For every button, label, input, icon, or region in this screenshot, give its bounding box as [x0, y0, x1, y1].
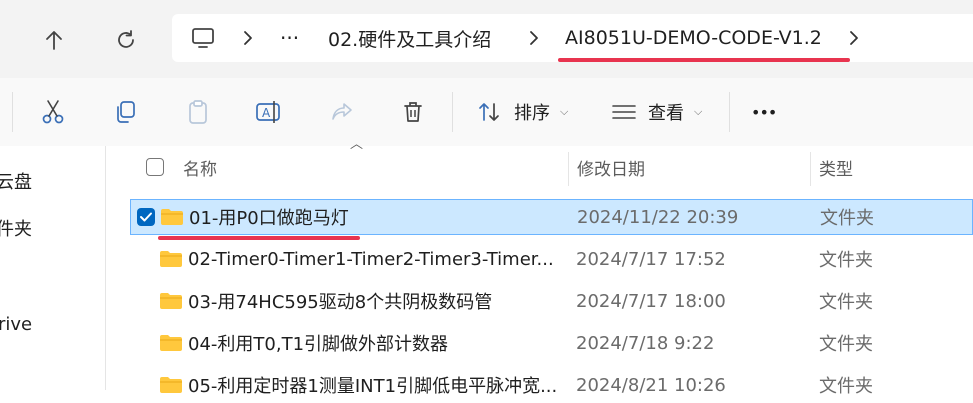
divider: [729, 92, 730, 132]
column-header-date[interactable]: 修改日期: [577, 146, 645, 188]
command-bar: A 排序 ⌵ 查看 ⌵ •••: [0, 78, 973, 146]
file-type: 文件夹: [819, 292, 873, 313]
share-icon: [332, 103, 352, 120]
file-date: 2024/7/17 17:52: [576, 248, 726, 270]
folder-icon: [160, 251, 182, 267]
chevron-right-icon: [242, 24, 254, 52]
file-row[interactable]: 04-利用T0,T1引脚做外部计数器 2024/7/18 9:22 文件夹: [130, 325, 973, 361]
sort-button[interactable]: [474, 96, 506, 128]
refresh-button[interactable]: [106, 20, 146, 60]
file-type: 文件夹: [819, 334, 873, 355]
file-name: 02-Timer0-Timer1-Timer2-Timer3-Timer...: [188, 248, 554, 270]
breadcrumb-item-current[interactable]: AI8051U-DEMO-CODE-V1.2: [565, 24, 822, 52]
trash-icon: [404, 102, 422, 122]
file-name: 01-用P0口做跑马灯: [189, 208, 349, 229]
up-button[interactable]: [34, 20, 74, 60]
column-header-name[interactable]: 名称: [183, 146, 217, 188]
divider: [452, 92, 453, 132]
annotation-underline: [158, 236, 360, 240]
file-date: 2024/8/21 10:26: [576, 374, 726, 396]
file-date: 2024/11/22 20:39: [577, 206, 739, 228]
folder-icon: [160, 335, 182, 351]
file-name: 04-利用T0,T1引脚做外部计数器: [188, 334, 449, 355]
navigation-pane: 云盘 件夹 rive: [0, 146, 106, 390]
address-bar[interactable]: ··· 02.硬件及工具介绍 AI8051U-DEMO-CODE-V1.2: [172, 14, 973, 62]
navigation-bar: ··· 02.硬件及工具介绍 AI8051U-DEMO-CODE-V1.2: [0, 0, 973, 78]
paste-icon: [189, 100, 207, 124]
column-header-type[interactable]: 类型: [819, 146, 853, 188]
view-list-icon: [612, 105, 636, 119]
file-name: 05-利用定时器1测量INT1引脚低电平脉冲宽...: [188, 376, 558, 397]
column-header-row: 名称 ︿ 修改日期 类型: [106, 137, 973, 188]
column-divider[interactable]: [810, 152, 811, 186]
column-divider[interactable]: [568, 152, 569, 186]
breadcrumb-overflow[interactable]: ···: [280, 24, 299, 52]
file-row[interactable]: 01-用P0口做跑马灯 2024/11/22 20:39 文件夹: [130, 199, 973, 235]
file-type: 文件夹: [819, 376, 873, 397]
row-checkbox-checked[interactable]: [137, 208, 155, 226]
scissors-icon: [42, 100, 64, 124]
file-row[interactable]: 03-用74HC595驱动8个共阴极数码管 2024/7/17 18:00 文件…: [130, 283, 973, 319]
sort-ascending-icon: ︿: [350, 136, 364, 152]
folder-icon: [160, 293, 182, 309]
chevron-down-icon[interactable]: ⌵: [560, 96, 568, 128]
cut-button[interactable]: [37, 96, 69, 128]
svg-text:A: A: [262, 106, 271, 120]
rename-icon: A: [256, 101, 280, 123]
share-button[interactable]: [326, 96, 358, 128]
sidebar-item-drive[interactable]: rive: [0, 311, 32, 337]
sidebar-item-folder[interactable]: 件夹: [0, 215, 32, 241]
view-button[interactable]: [608, 96, 640, 128]
chevron-right-icon: [848, 24, 860, 52]
copy-button[interactable]: [109, 96, 141, 128]
file-row[interactable]: 05-利用定时器1测量INT1引脚低电平脉冲宽... 2024/8/21 10:…: [130, 367, 973, 403]
file-type: 文件夹: [820, 208, 874, 229]
breadcrumb-item-hardware[interactable]: 02.硬件及工具介绍: [328, 24, 491, 52]
delete-button[interactable]: [397, 96, 429, 128]
rename-button[interactable]: A: [253, 96, 285, 128]
paste-button[interactable]: [182, 96, 214, 128]
folder-icon: [161, 209, 183, 225]
file-list: 名称 ︿ 修改日期 类型 01-用P0口做跑马灯 2024/11/22 20:3…: [106, 137, 973, 397]
breadcrumb-pc[interactable]: [190, 24, 216, 52]
file-row[interactable]: 02-Timer0-Timer1-Timer2-Timer3-Timer... …: [130, 241, 973, 277]
chevron-down-icon[interactable]: ⌵: [694, 96, 702, 128]
sort-label[interactable]: 排序: [514, 96, 550, 128]
checkmark-icon: [140, 212, 152, 222]
more-options-button[interactable]: •••: [751, 96, 777, 128]
folder-icon: [160, 377, 182, 393]
file-type: 文件夹: [819, 250, 873, 271]
file-date: 2024/7/17 18:00: [576, 290, 726, 312]
file-name: 03-用74HC595驱动8个共阴极数码管: [188, 292, 493, 313]
sidebar-item-cloud[interactable]: 云盘: [0, 168, 32, 194]
copy-icon: [117, 101, 135, 123]
file-date: 2024/7/18 9:22: [576, 332, 715, 354]
divider: [12, 92, 13, 132]
annotation-underline: [558, 58, 850, 62]
view-label[interactable]: 查看: [648, 96, 684, 128]
chevron-right-icon: [528, 24, 540, 52]
refresh-icon: [118, 30, 134, 48]
sort-icon: [479, 103, 499, 121]
arrow-up-icon: [46, 31, 62, 50]
computer-icon: [192, 28, 214, 48]
select-all-checkbox[interactable]: [146, 158, 164, 176]
